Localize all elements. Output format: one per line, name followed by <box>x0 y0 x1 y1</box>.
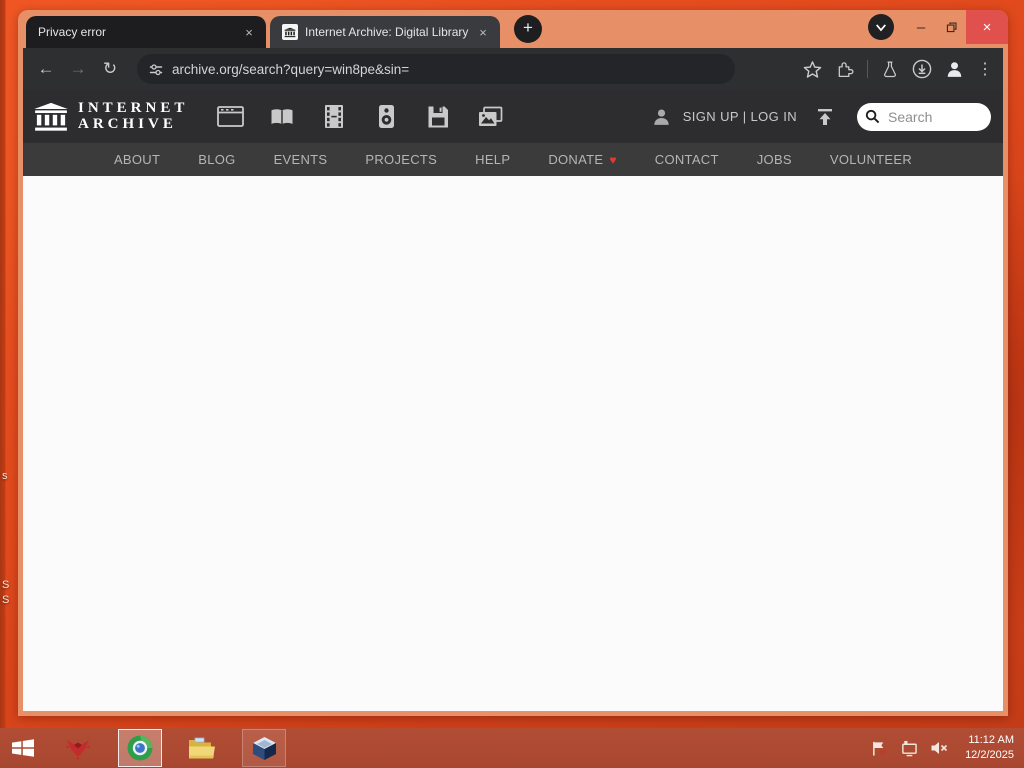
internet-archive-nav: ABOUT BLOG EVENTS PROJECTS HELP DONATE ♥… <box>23 143 1003 176</box>
system-tray: 11:12 AM 12/2/2025 <box>871 733 1024 763</box>
nav-item-projects[interactable]: PROJECTS <box>365 152 437 167</box>
window-controls: – × <box>868 10 1008 44</box>
heart-icon: ♥ <box>609 152 617 167</box>
action-center-flag-icon[interactable] <box>871 740 888 757</box>
browser-window: Privacy error × Internet Archive: Digita… <box>18 10 1008 716</box>
clock-time: 11:12 AM <box>968 734 1014 747</box>
clock-date: 12/2/2025 <box>965 749 1014 761</box>
software-icon[interactable] <box>420 102 456 132</box>
browser-toolbar: ← → ↻ archive.org/search?query=win8pe&si… <box>23 48 1003 90</box>
restore-icon <box>946 21 957 32</box>
wordmark: INTERNET ARCHIVE <box>78 99 189 132</box>
nav-item-donate[interactable]: DONATE ♥ <box>548 152 616 167</box>
web-icon[interactable] <box>212 102 248 132</box>
tab-title: Internet Archive: Digital Library <box>305 25 469 39</box>
donate-label: DONATE <box>548 152 604 167</box>
taskbar-virtualbox-app[interactable] <box>242 729 286 767</box>
tab-strip: Privacy error × Internet Archive: Digita… <box>18 10 1008 48</box>
header-account-area: SIGN UP | LOG IN <box>652 102 995 131</box>
video-icon[interactable] <box>316 102 352 132</box>
internet-archive-logo[interactable]: INTERNET ARCHIVE <box>33 99 189 133</box>
person-icon <box>654 109 669 125</box>
chrome-icon <box>127 735 153 761</box>
bookmark-star-icon[interactable] <box>803 60 822 79</box>
nav-item-blog[interactable]: BLOG <box>198 152 235 167</box>
back-button[interactable]: ← <box>33 56 59 82</box>
tab-title: Privacy error <box>38 25 107 39</box>
search-icon <box>865 109 880 124</box>
desktop-background: s S S Privacy error × Internet Archive: … <box>0 0 1024 768</box>
forward-button[interactable]: → <box>65 56 91 82</box>
network-icon[interactable] <box>900 740 918 757</box>
internet-archive-header: INTERNET ARCHIVE SIGN UP | LOG IN Search <box>23 90 1003 143</box>
windows-logo-icon <box>12 739 34 757</box>
taskbar-red-app[interactable] <box>56 729 100 767</box>
nav-item-help[interactable]: HELP <box>475 152 510 167</box>
nav-item-events[interactable]: EVENTS <box>274 152 328 167</box>
reload-button[interactable]: ↻ <box>97 56 123 82</box>
nav-item-about[interactable]: ABOUT <box>114 152 160 167</box>
url-text: archive.org/search?query=win8pe&sin= <box>172 61 410 77</box>
site-settings-icon[interactable] <box>149 63 163 76</box>
new-tab-button[interactable]: + <box>514 15 542 43</box>
folder-icon <box>189 737 215 758</box>
taskbar-chrome-app[interactable] <box>118 729 162 767</box>
start-button[interactable] <box>0 728 46 768</box>
tab-privacy-error[interactable]: Privacy error × <box>26 16 266 48</box>
tab-close-icon[interactable]: × <box>474 23 492 41</box>
browser-menu-icon[interactable]: ⋮ <box>977 59 993 79</box>
tab-close-icon[interactable]: × <box>240 23 258 41</box>
chevron-down-icon <box>876 23 886 31</box>
audio-icon[interactable] <box>368 102 404 132</box>
lab-flask-icon[interactable] <box>881 60 899 79</box>
toolbar-actions: ⋮ <box>803 59 993 79</box>
nav-item-volunteer[interactable]: VOLUNTEER <box>830 152 912 167</box>
desktop-icon-label-fragment: s <box>2 470 8 482</box>
upload-icon[interactable] <box>815 108 835 126</box>
taskbar-clock[interactable]: 11:12 AM 12/2/2025 <box>961 733 1014 763</box>
tab-internet-archive[interactable]: Internet Archive: Digital Library × <box>270 16 500 48</box>
desktop-icon-label-fragment: S <box>2 594 10 606</box>
maximize-button[interactable] <box>936 12 966 42</box>
nav-item-contact[interactable]: CONTACT <box>655 152 719 167</box>
web-page: INTERNET ARCHIVE SIGN UP | LOG IN Search… <box>23 90 1003 711</box>
red-app-icon <box>66 740 90 760</box>
extensions-icon[interactable] <box>835 60 854 79</box>
page-content-blank <box>23 176 1003 711</box>
media-type-row <box>212 102 508 132</box>
texts-icon[interactable] <box>264 102 300 132</box>
archive-search-box[interactable] <box>857 102 991 131</box>
internet-archive-favicon <box>282 24 298 40</box>
close-button[interactable]: × <box>966 10 1008 44</box>
desktop-icon-label-fragment: S <box>2 579 10 591</box>
minimize-button[interactable]: – <box>906 12 936 42</box>
images-icon[interactable] <box>472 102 508 132</box>
signup-login-link[interactable]: SIGN UP | LOG IN <box>683 109 797 124</box>
temple-logo-icon <box>34 102 68 131</box>
virtualbox-icon <box>252 736 276 760</box>
volume-muted-icon[interactable] <box>930 740 949 756</box>
downloads-icon[interactable] <box>912 59 932 79</box>
taskbar: 11:12 AM 12/2/2025 <box>0 728 1024 768</box>
address-bar[interactable]: archive.org/search?query=win8pe&sin= <box>137 54 735 84</box>
toolbar-separator <box>867 60 868 78</box>
archive-search-input[interactable] <box>886 107 978 126</box>
profile-icon[interactable] <box>945 60 964 79</box>
tab-search-button[interactable] <box>868 14 894 40</box>
nav-item-jobs[interactable]: JOBS <box>757 152 792 167</box>
taskbar-file-explorer[interactable] <box>180 729 224 767</box>
